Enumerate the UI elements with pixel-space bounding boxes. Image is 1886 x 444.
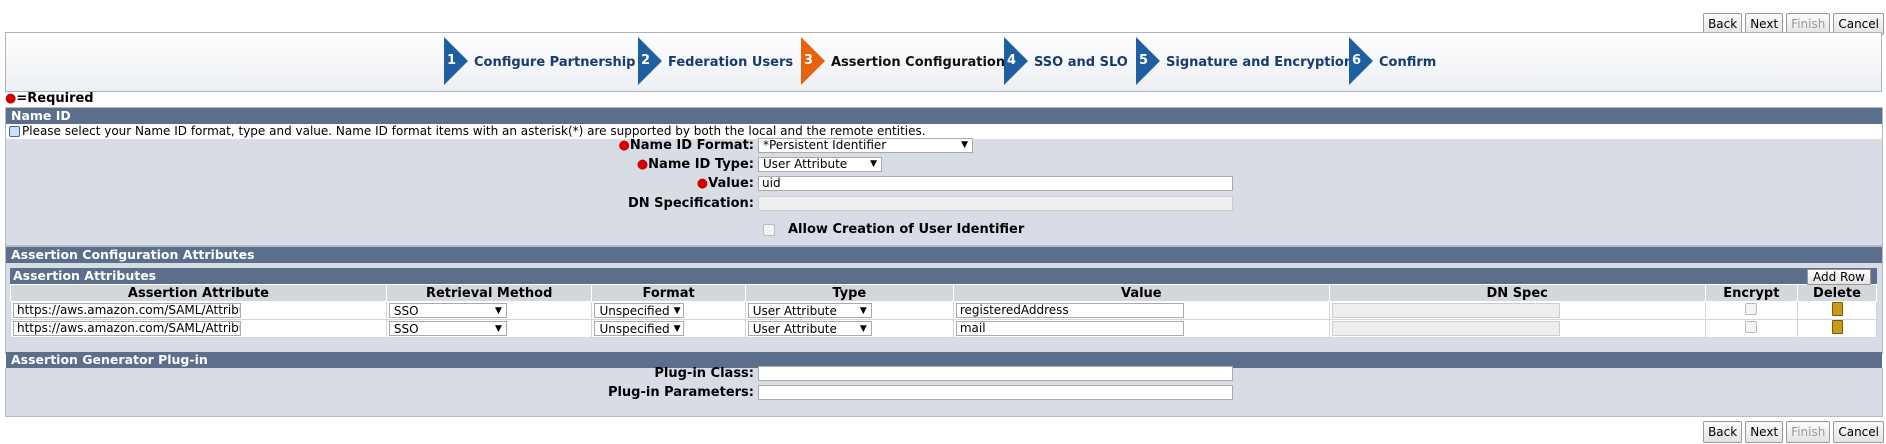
chevron-down-icon: ▼ [859,305,867,316]
red-dot-icon: ● [696,175,709,191]
plugin-params-input[interactable] [758,384,1233,400]
name-id-type-select[interactable]: User Attribute ▼ [758,156,882,172]
name-id-format-select[interactable]: *Persistent Identifier ▼ [758,137,973,153]
column-header: Retrieval Method [385,284,593,302]
format-select[interactable]: Unspecified ▼ [594,321,685,336]
assertion-config-title: Assertion Configuration Attributes [6,247,1882,263]
dn-spec-input[interactable] [1331,303,1560,318]
encrypt-checkbox[interactable] [1745,303,1758,315]
plugin-class-label: Plug-in Class: [654,365,754,381]
wizard-step-label: Assertion Configuration [831,54,1006,70]
assertion-attribute-input[interactable]: https://aws.amazon.com/SAML/Attribu [13,321,241,336]
column-header: Encrypt [1704,284,1799,302]
type-select[interactable]: User Attribute ▼ [747,321,872,336]
red-dot-icon: ● [618,137,630,153]
wizard-step-4[interactable]: 4 SSO and SLO [1004,37,1128,85]
value-input[interactable]: uid [758,175,1233,191]
column-header: Delete [1797,284,1877,302]
chevron-down-icon: ▼ [673,305,681,316]
add-row-button[interactable]: Add Row [1806,269,1871,285]
dn-spec-input[interactable] [1331,321,1560,336]
plugin-params-label: Plug-in Parameters: [607,384,754,400]
cancel-button[interactable]: Cancel [1833,421,1884,443]
step-arrow-icon: 3 [801,37,825,85]
chevron-down-icon: ▼ [673,323,681,334]
dn-spec-label: DN Specification: [627,195,754,211]
chevron-down-icon: ▼ [494,323,502,334]
allow-creation-label: Allow Creation of User Identifier [788,222,1025,237]
column-header: Assertion Attribute [10,284,387,302]
info-search-icon [9,126,20,137]
table-row: https://aws.amazon.com/SAML/Attribu SSO ▼… [10,301,1877,320]
column-header: Value [952,284,1330,302]
wizard-step-2[interactable]: 2 Federation Users [638,37,794,85]
column-header: Type [744,284,954,302]
type-select[interactable]: User Attribute ▼ [747,303,872,318]
column-header: Format [591,284,746,302]
wizard-step-5[interactable]: 5 Signature and Encryption [1136,37,1354,85]
wizard-step-1[interactable]: 1 Configure Partnership [444,37,636,85]
wizard-step-3[interactable]: 3 Assertion Configuration [801,37,1006,85]
wizard-step-label: Federation Users [668,54,794,70]
table-row: https://aws.amazon.com/SAML/Attribu SSO ▼… [10,319,1877,338]
wizard-step-label: Confirm [1379,54,1437,70]
assertion-attributes-table: Assertion Attribute Retrieval Method For… [10,284,1877,338]
trash-icon[interactable] [1831,320,1843,334]
retrieval-method-select[interactable]: SSO ▼ [388,321,507,336]
column-header: DN Spec [1328,284,1706,302]
bottom-nav-buttons: Back Next Finish Cancel [1703,421,1884,443]
name-id-title: Name ID [6,108,1882,124]
dn-spec-input[interactable] [758,195,1233,211]
allow-creation-checkbox[interactable] [763,223,775,236]
chevron-down-icon: ▼ [494,305,502,316]
assertion-config-panel: Assertion Configuration Attributes Asser… [5,246,1883,368]
name-id-panel: Name ID Please select your Name ID forma… [5,107,1883,246]
trash-icon[interactable] [1831,302,1843,316]
chevron-down-icon: ▼ [870,159,877,169]
name-id-type-label: ●Name ID Type: [636,156,754,172]
wizard-step-label: SSO and SLO [1034,54,1128,70]
chevron-down-icon: ▼ [961,140,968,150]
finish-button[interactable]: Finish [1786,421,1831,443]
assertion-attribute-input[interactable]: https://aws.amazon.com/SAML/Attribu [13,303,241,318]
step-arrow-icon: 2 [638,37,662,85]
encrypt-checkbox[interactable] [1745,321,1758,333]
wizard-steps: 1 Configure Partnership 2 Federation Use… [5,32,1882,92]
allow-creation-row: Allow Creation of User Identifier [763,222,1024,237]
chevron-down-icon: ▼ [859,323,867,334]
red-dot-icon: ● [636,156,649,172]
value-label: ●Value: [696,175,754,191]
retrieval-method-select[interactable]: SSO ▼ [388,303,507,318]
red-dot-icon: ● [5,91,17,106]
step-arrow-icon: 5 [1136,37,1160,85]
plugin-panel: Plug-in Class: Plug-in Parameters: [5,365,1883,417]
wizard-step-label: Configure Partnership [474,54,636,70]
plugin-class-input[interactable] [758,365,1233,381]
step-arrow-icon: 1 [444,37,468,85]
assertion-attributes-title: Assertion Attributes Add Row [10,268,1877,285]
name-id-format-label: ●Name ID Format: [618,137,754,153]
back-button[interactable]: Back [1703,421,1743,443]
step-arrow-icon: 4 [1004,37,1028,85]
wizard-step-label: Signature and Encryption [1166,54,1354,70]
step-arrow-icon: 6 [1349,37,1373,85]
next-button[interactable]: Next [1745,421,1784,443]
assertion-attributes-box: Assertion Attributes Add Row Assertion A… [10,268,1877,338]
value-input[interactable]: registeredAddress [955,303,1184,318]
format-select[interactable]: Unspecified ▼ [594,303,685,318]
required-legend: ●=Required [5,91,94,106]
value-input[interactable]: mail [955,321,1184,336]
wizard-step-6[interactable]: 6 Confirm [1349,37,1437,85]
